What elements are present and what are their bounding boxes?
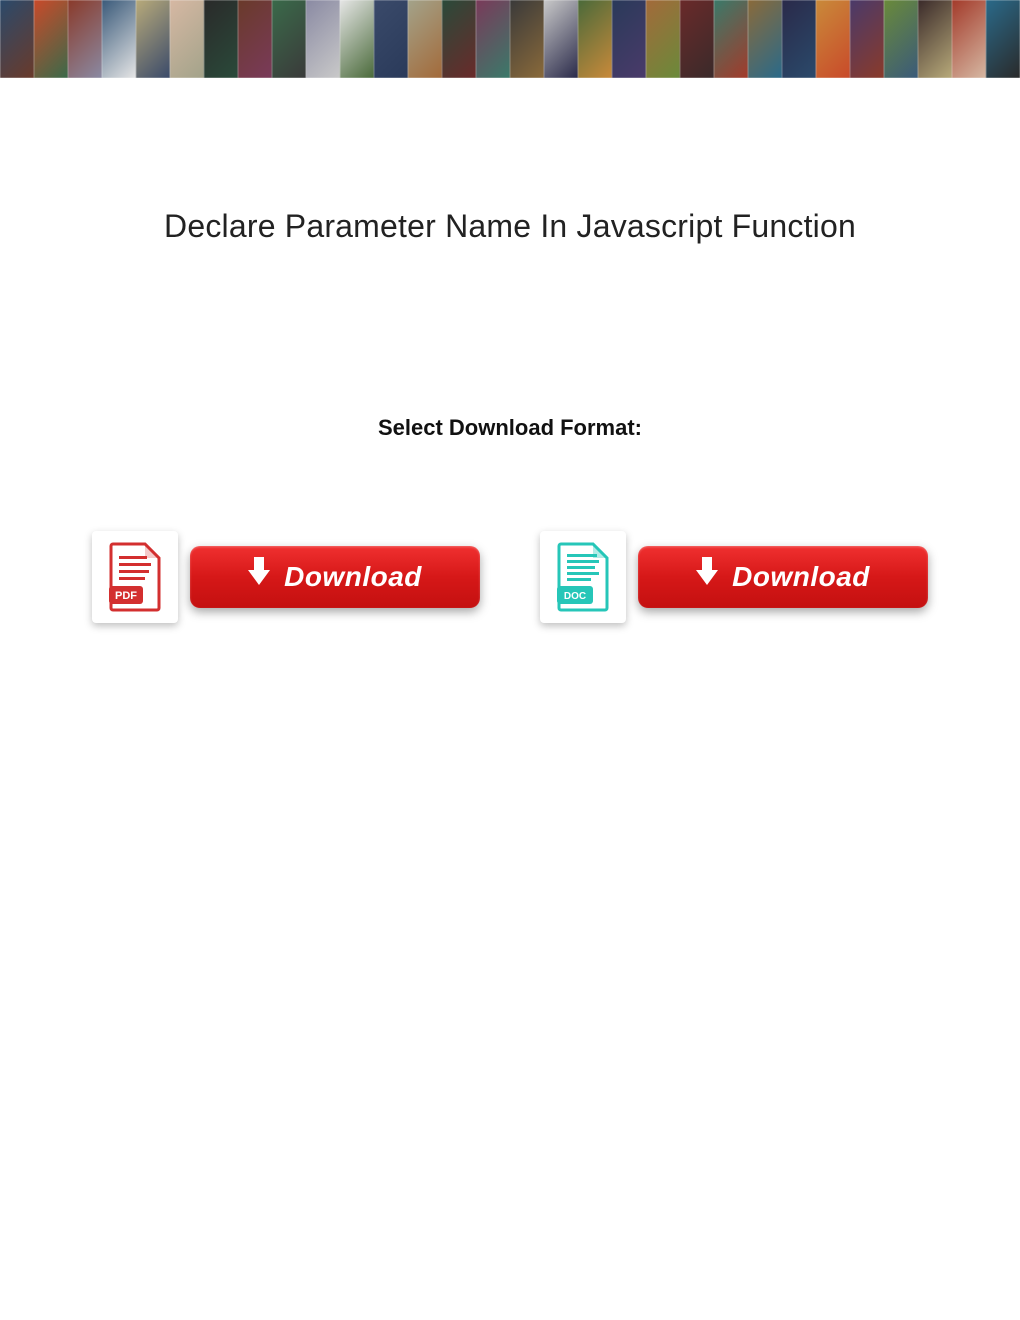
banner-tile: [374, 0, 408, 78]
download-doc-label: Download: [732, 561, 870, 593]
banner-tile: [544, 0, 578, 78]
banner-tile: [816, 0, 850, 78]
download-doc-button[interactable]: Download: [638, 546, 928, 608]
banner-tile: [476, 0, 510, 78]
banner-tile: [612, 0, 646, 78]
doc-file-icon: DOC: [540, 531, 626, 623]
page-title: Declare Parameter Name In Javascript Fun…: [60, 208, 960, 245]
banner-tile: [986, 0, 1020, 78]
banner-tile: [0, 0, 34, 78]
banner-tile: [204, 0, 238, 78]
banner-tile: [884, 0, 918, 78]
banner-tile: [748, 0, 782, 78]
banner-tile: [850, 0, 884, 78]
format-subtitle: Select Download Format:: [60, 415, 960, 441]
banner-tile: [408, 0, 442, 78]
banner-tile: [442, 0, 476, 78]
banner-tile: [272, 0, 306, 78]
download-arrow-icon: [696, 570, 718, 585]
banner-collage: [0, 0, 1020, 78]
banner-tile: [952, 0, 986, 78]
pdf-file-icon: PDF: [92, 531, 178, 623]
pdf-badge-text: PDF: [115, 590, 137, 602]
banner-tile: [238, 0, 272, 78]
banner-tile: [714, 0, 748, 78]
banner-tile: [680, 0, 714, 78]
banner-tile: [102, 0, 136, 78]
banner-tile: [918, 0, 952, 78]
document-page: Declare Parameter Name In Javascript Fun…: [0, 0, 1020, 1320]
subtitle-block: Select Download Format:: [60, 415, 960, 441]
banner-tile: [34, 0, 68, 78]
banner-tile: [510, 0, 544, 78]
download-arrow-icon: [248, 570, 270, 585]
banner-tile: [306, 0, 340, 78]
download-row: PDF Download: [60, 531, 960, 623]
banner-tile: [782, 0, 816, 78]
document-content: Declare Parameter Name In Javascript Fun…: [0, 78, 1020, 623]
doc-download-group: DOC Download: [540, 531, 928, 623]
banner-tile: [340, 0, 374, 78]
banner-tile: [578, 0, 612, 78]
download-pdf-label: Download: [284, 561, 422, 593]
doc-badge-text: DOC: [564, 591, 586, 602]
pdf-download-group: PDF Download: [92, 531, 480, 623]
banner-tile: [68, 0, 102, 78]
banner-tile: [136, 0, 170, 78]
banner-tile: [646, 0, 680, 78]
download-pdf-button[interactable]: Download: [190, 546, 480, 608]
banner-tile: [170, 0, 204, 78]
